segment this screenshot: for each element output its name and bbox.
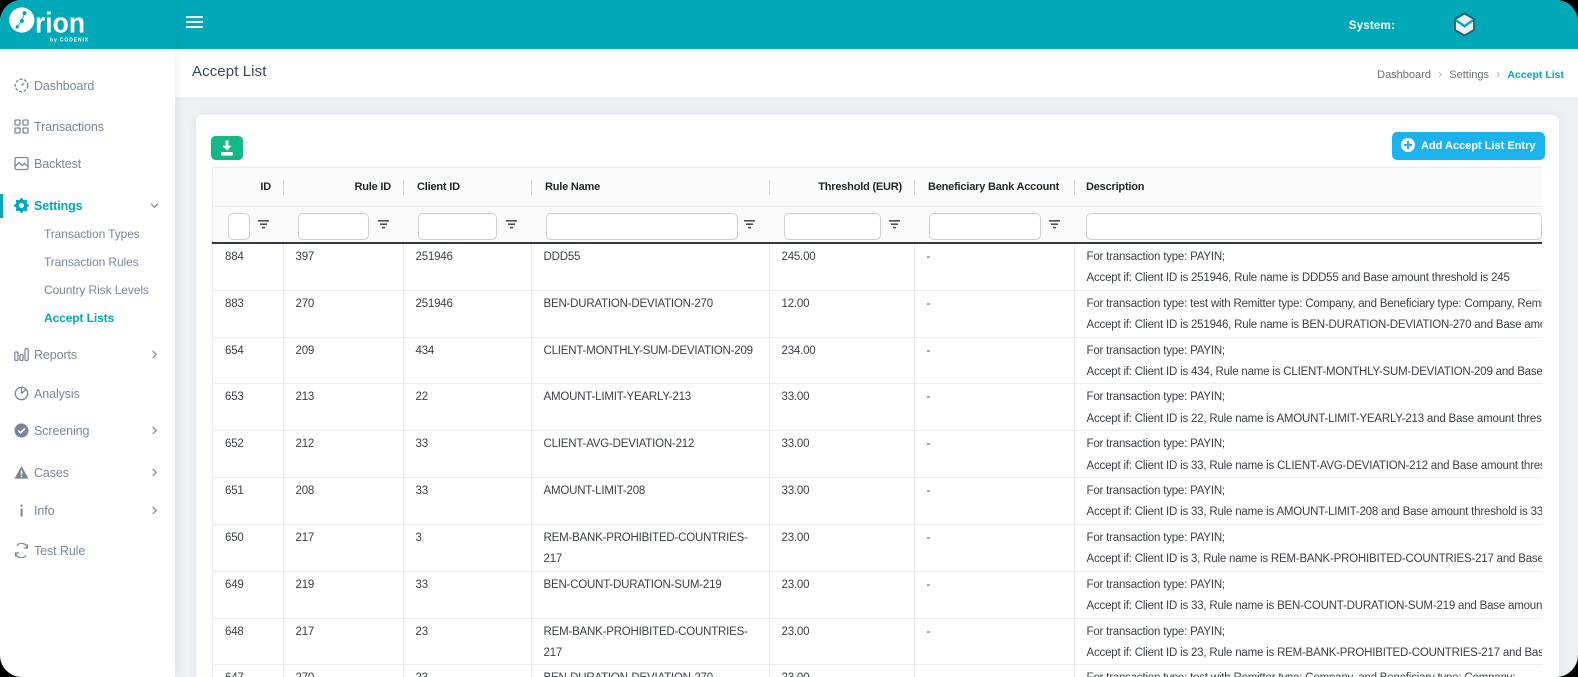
svg-text:by CODENIX: by CODENIX <box>50 38 89 44</box>
svg-text:rion: rion <box>35 8 85 40</box>
